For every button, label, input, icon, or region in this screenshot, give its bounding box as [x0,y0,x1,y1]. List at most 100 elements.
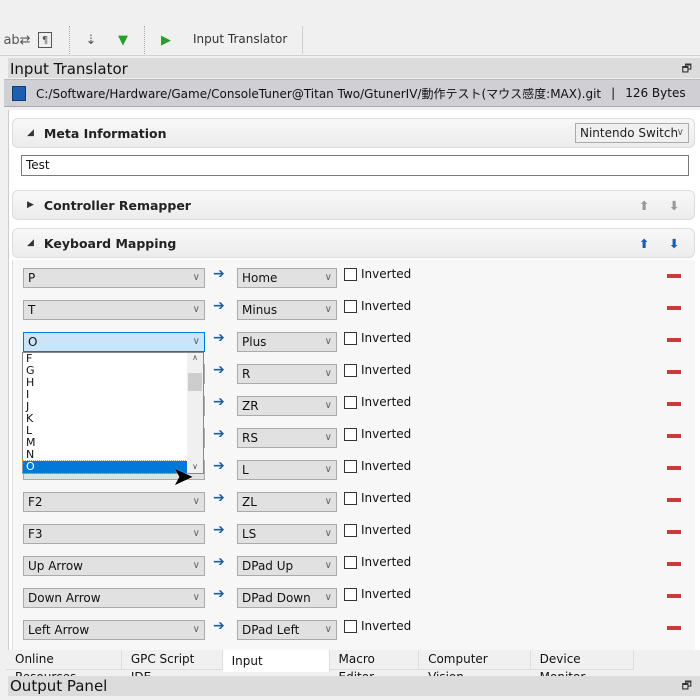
target-select[interactable]: RS ∨ [237,428,337,448]
target-select[interactable]: ZL ∨ [237,492,337,512]
remove-row-button[interactable] [667,370,681,374]
dropdown-option[interactable]: N [23,449,187,461]
inverted-label: Inverted [361,619,412,633]
scroll-up-icon[interactable]: ∧ [187,353,203,362]
target-select[interactable]: DPad Down ∨ [237,588,337,608]
run-input-translator-button[interactable]: Input Translator [193,32,287,46]
inverted-checkbox[interactable] [344,428,357,441]
remove-row-button[interactable] [667,274,681,278]
target-select[interactable]: Minus ∨ [237,300,337,320]
run-icon[interactable]: ▶ [156,30,176,50]
dropdown-option[interactable]: F [23,353,187,365]
dropdown-option[interactable]: I [23,389,187,401]
inverted-checkbox[interactable] [344,524,357,537]
remove-row-button[interactable] [667,530,681,534]
key-select[interactable]: F3 ∨ [23,524,205,544]
dropdown-option[interactable]: M [23,437,187,449]
section-meta-information[interactable]: ◢ Meta Information Nintendo Switch ∨ [12,118,695,148]
scrollbar-thumb[interactable] [188,373,202,391]
remove-row-button[interactable] [667,498,681,502]
remove-row-button[interactable] [667,338,681,342]
inverted-checkbox[interactable] [344,620,357,633]
key-select[interactable]: P ∨ [23,268,205,288]
target-select[interactable]: DPad Left ∨ [237,620,337,640]
remove-row-button[interactable] [667,434,681,438]
inverted-checkbox[interactable] [344,332,357,345]
key-value: T [28,303,36,317]
target-select[interactable]: L ∨ [237,460,337,480]
dropdown-option[interactable]: L [23,425,187,437]
dropdown-option[interactable]: K [23,413,187,425]
dropdown-option[interactable]: J [23,401,187,413]
collapse-triangle-icon: ◢ [27,128,34,138]
arrow-right-icon: ➔ [213,618,225,634]
mapping-row: Up Arrow ∨ ➔ DPad Up ∨ Inverted [13,548,696,580]
inverted-checkbox[interactable] [344,396,357,409]
remove-row-button[interactable] [667,306,681,310]
tab-device-monitor[interactable]: Device Monitor [530,650,634,684]
restore-window-icon[interactable]: 🗗 [682,676,692,696]
target-select[interactable]: ZR ∨ [237,396,337,416]
key-select[interactable]: Up Arrow ∨ [23,556,205,576]
import-icon[interactable]: ⬆ [639,236,649,251]
restore-window-icon[interactable]: 🗗 [682,58,692,80]
remove-row-button[interactable] [667,562,681,566]
target-select[interactable]: R ∨ [237,364,337,384]
inverted-checkbox[interactable] [344,268,357,281]
inverted-checkbox[interactable] [344,492,357,505]
inverted-checkbox[interactable] [344,588,357,601]
replace-icon[interactable]: ab⇄ [3,30,30,50]
export-icon[interactable]: ⬇ [669,236,679,251]
remove-row-button[interactable] [667,466,681,470]
device-program-icon[interactable]: ▼ [113,30,133,50]
inverted-label: Inverted [361,523,412,537]
key-select[interactable]: F2 ∨ [23,492,205,512]
download-device-icon[interactable]: ⇣ [81,30,101,50]
toolbar-separator [144,26,145,54]
tab-input-translator[interactable]: Input Translator [222,650,330,690]
chevron-down-icon: ∨ [324,528,332,539]
dropdown-option[interactable]: H [23,377,187,389]
remove-row-button[interactable] [667,594,681,598]
target-value: RS [242,431,258,445]
paragraph-icon[interactable]: ¶ [38,32,52,48]
remove-row-button[interactable] [667,626,681,630]
target-select[interactable]: Home ∨ [237,268,337,288]
arrow-right-icon: ➔ [213,298,225,314]
chevron-down-icon: ∨ [324,272,332,283]
dropdown-scrollbar[interactable]: ∧ ∨ [187,353,203,473]
section-controller-remapper[interactable]: ▶ Controller Remapper ⬆ ⬇ [12,190,695,220]
inverted-checkbox[interactable] [344,460,357,473]
key-select[interactable]: Down Arrow ∨ [23,588,205,608]
dropdown-option[interactable]: O [22,460,188,474]
import-icon[interactable]: ⬆ [639,198,649,213]
arrow-right-icon: ➔ [213,330,225,346]
mapping-row: Left Arrow ∨ ➔ DPad Left ∨ Inverted [13,612,696,644]
target-value: DPad Up [242,559,294,573]
dropdown-option[interactable]: G [23,365,187,377]
chevron-down-icon: ∨ [192,304,200,315]
tab-online-resources[interactable]: Online Resources [6,650,122,684]
key-select[interactable]: Left Arrow ∨ [23,620,205,640]
key-select[interactable]: T ∨ [23,300,205,320]
inverted-label: Inverted [361,395,412,409]
chevron-down-icon: ∨ [324,432,332,443]
inverted-checkbox[interactable] [344,556,357,569]
target-select[interactable]: Plus ∨ [237,332,337,352]
target-select[interactable]: LS ∨ [237,524,337,544]
remove-row-button[interactable] [667,402,681,406]
key-select[interactable]: O ∨ [23,332,205,352]
arrow-right-icon: ➔ [213,394,225,410]
inverted-checkbox[interactable] [344,300,357,313]
target-select[interactable]: DPad Up ∨ [237,556,337,576]
tab-computer-vision[interactable]: Computer Vision [419,650,531,684]
tab-macro-editor[interactable]: Macro Editor [329,650,420,684]
key-dropdown-list[interactable]: FGHIJKLMNO ∧ ∨ [22,352,204,474]
mouse-cursor-icon: ➤ [172,462,194,492]
section-keyboard-mapping[interactable]: ◢ Keyboard Mapping ⬆ ⬇ [12,228,695,258]
console-select[interactable]: Nintendo Switch ∨ [575,123,689,143]
export-icon[interactable]: ⬇ [669,198,679,213]
name-input[interactable]: Test [21,155,689,176]
tab-gpc-script-ide[interactable]: GPC Script IDE [121,650,223,684]
inverted-checkbox[interactable] [344,364,357,377]
